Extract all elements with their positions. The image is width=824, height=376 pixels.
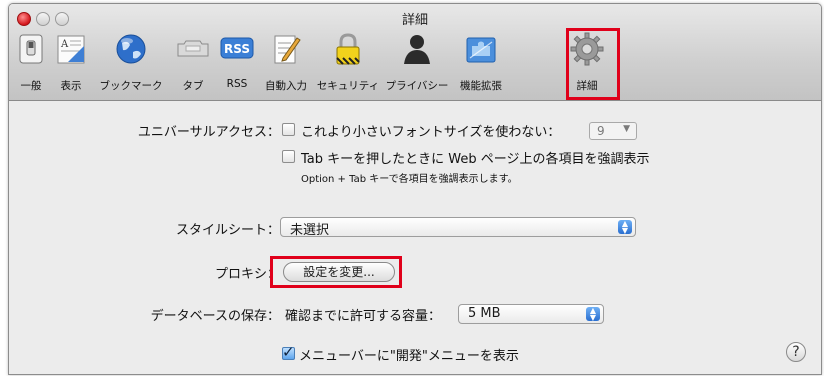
rss-icon: RSS: [220, 37, 254, 59]
develop-menu-label: メニューバーに"開発"メニューを表示: [299, 349, 519, 364]
highlight-proxy-button: [270, 256, 402, 288]
toolbar-privacy-label: プライバシー: [385, 80, 449, 92]
stylesheet-value: 未選択: [290, 223, 330, 238]
highlight-advanced-tab: [566, 28, 620, 100]
toolbar-security-label: セキュリティ: [316, 80, 380, 92]
develop-menu-checkbox[interactable]: ✓: [282, 343, 295, 361]
database-label: データベースの保存：: [150, 309, 280, 324]
window-title: 詳細: [401, 13, 428, 28]
puzzle-icon: [466, 37, 496, 63]
toolbar-extensions[interactable]: 機能拡張: [453, 32, 509, 98]
toolbar-tabs[interactable]: タブ: [169, 32, 217, 98]
database-quota-value: 5 MB: [468, 306, 501, 321]
database-sublabel: 確認までに許可する容量：: [285, 309, 442, 324]
person-silhouette-icon: [404, 35, 430, 64]
svg-text:RSS: RSS: [224, 42, 250, 56]
toolbar-rss[interactable]: RSS RSS: [217, 32, 257, 98]
pencil-form-icon: [274, 35, 301, 64]
tab-highlight-label: Tab キーを押したときに Web ページ上の各項目を強調表示: [301, 152, 650, 167]
updown-arrow-icon: ▲ ▼: [586, 307, 600, 322]
toolbar-appearance-label: 表示: [60, 80, 82, 92]
toolbar-general-label: 一般: [20, 80, 42, 92]
min-font-size-label: これより小さいフォントサイズを使わない：: [301, 125, 561, 140]
accessibility-label: ユニバーサルアクセス：: [137, 125, 280, 140]
database-quota-select[interactable]: 5 MB ▲ ▼: [458, 304, 604, 324]
preferences-window: 詳細 一般 A 表示 ブックマーク タブ RSS RSS 自動入力 セキュリティ…: [8, 3, 822, 375]
stylesheet-select[interactable]: 未選択 ▲ ▼: [280, 217, 636, 238]
appearance-icon: A: [57, 35, 85, 64]
toolbar-security[interactable]: セキュリティ: [315, 32, 381, 98]
toolbar-autofill-label: 自動入力: [265, 80, 307, 92]
chevron-down-icon: ▼: [623, 124, 630, 134]
light-switch-icon: [19, 34, 43, 64]
toolbar-extensions-label: 機能拡張: [460, 80, 502, 92]
min-font-size-checkbox[interactable]: [282, 123, 295, 136]
help-button[interactable]: ?: [786, 342, 806, 362]
padlock-icon: [336, 33, 360, 65]
min-font-size-value: 9: [597, 124, 605, 138]
toolbar-general[interactable]: 一般: [14, 32, 48, 98]
tabs-icon: [177, 40, 209, 57]
globe-icon: [116, 34, 146, 64]
checkmark-icon: ✓: [282, 343, 295, 361]
toolbar-privacy[interactable]: プライバシー: [383, 32, 451, 98]
stylesheet-label: スタイルシート：: [175, 223, 280, 238]
min-font-size-select[interactable]: 9 ▼: [589, 122, 637, 140]
tab-highlight-hint: Option + Tab キーで各項目を強調表示します。: [301, 174, 518, 185]
toolbar-bookmarks-label: ブックマーク: [99, 80, 163, 92]
toolbar-tabs-label: タブ: [182, 80, 204, 92]
toolbar-appearance[interactable]: A 表示: [51, 32, 91, 98]
title-bar: 詳細 一般 A 表示 ブックマーク タブ RSS RSS 自動入力 セキュリティ…: [9, 4, 821, 101]
toolbar-bookmarks[interactable]: ブックマーク: [95, 32, 167, 98]
tab-highlight-checkbox[interactable]: [282, 150, 295, 163]
toolbar-autofill[interactable]: 自動入力: [259, 32, 313, 98]
updown-arrow-icon: ▲ ▼: [618, 220, 632, 235]
svg-text:A: A: [60, 39, 69, 50]
advanced-pane: ユニバーサルアクセス： これより小さいフォントサイズを使わない： 9 ▼ Tab…: [9, 101, 821, 374]
toolbar-rss-label: RSS: [226, 78, 248, 90]
